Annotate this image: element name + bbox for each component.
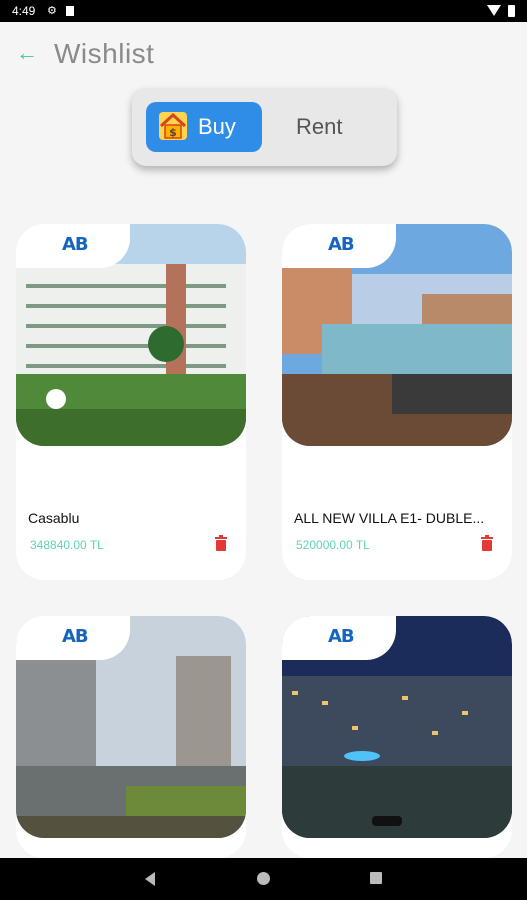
svg-text:$: $	[169, 126, 177, 139]
brand-logo-text: AB	[328, 234, 355, 255]
listing-card[interactable]: AB ALL NEW VILLA E1- DUBLE... 520000.00 …	[282, 224, 512, 580]
brand-logo-text: AB	[328, 626, 355, 647]
trash-icon[interactable]	[214, 535, 228, 551]
listing-card[interactable]: AB	[16, 616, 246, 858]
wifi-icon	[487, 5, 501, 16]
buy-rent-toggle: $ Buy Rent	[132, 88, 397, 166]
status-time: 4:49	[12, 4, 36, 18]
gear-icon: ⚙	[47, 5, 57, 17]
listing-name: ALL NEW VILLA E1- DUBLE...	[294, 510, 485, 526]
rent-label: Rent	[296, 114, 343, 139]
system-nav-bar	[0, 858, 527, 900]
sim-icon	[66, 6, 74, 16]
nav-home-icon[interactable]	[257, 872, 270, 885]
listing-card[interactable]: AB	[282, 616, 512, 858]
brand-logo: AB	[282, 224, 396, 268]
brand-logo-text: AB	[62, 626, 89, 647]
back-arrow-icon[interactable]: ←	[14, 40, 40, 66]
trash-icon[interactable]	[480, 535, 494, 551]
app-bar: ← Wishlist	[0, 22, 527, 88]
buy-tab[interactable]: $ Buy	[146, 102, 262, 152]
listing-name: Casablu	[28, 510, 80, 526]
rent-tab[interactable]: Rent	[280, 102, 380, 152]
buy-label: Buy	[198, 114, 236, 139]
brand-logo: AB	[16, 224, 130, 268]
house-dollar-icon: $	[159, 112, 187, 140]
brand-logo: AB	[16, 616, 130, 660]
nav-recents-icon[interactable]	[370, 872, 382, 884]
listing-price: 348840.00 TL	[30, 538, 104, 552]
battery-icon	[508, 5, 515, 17]
listing-card[interactable]: AB Casablu 348840.00 TL	[16, 224, 246, 580]
status-bar: 4:49 ⚙	[0, 0, 527, 22]
brand-logo: AB	[282, 616, 396, 660]
page-title: Wishlist	[54, 38, 155, 69]
brand-logo-text: AB	[62, 234, 89, 255]
nav-back-icon[interactable]	[145, 872, 155, 886]
listing-price: 520000.00 TL	[296, 538, 370, 552]
